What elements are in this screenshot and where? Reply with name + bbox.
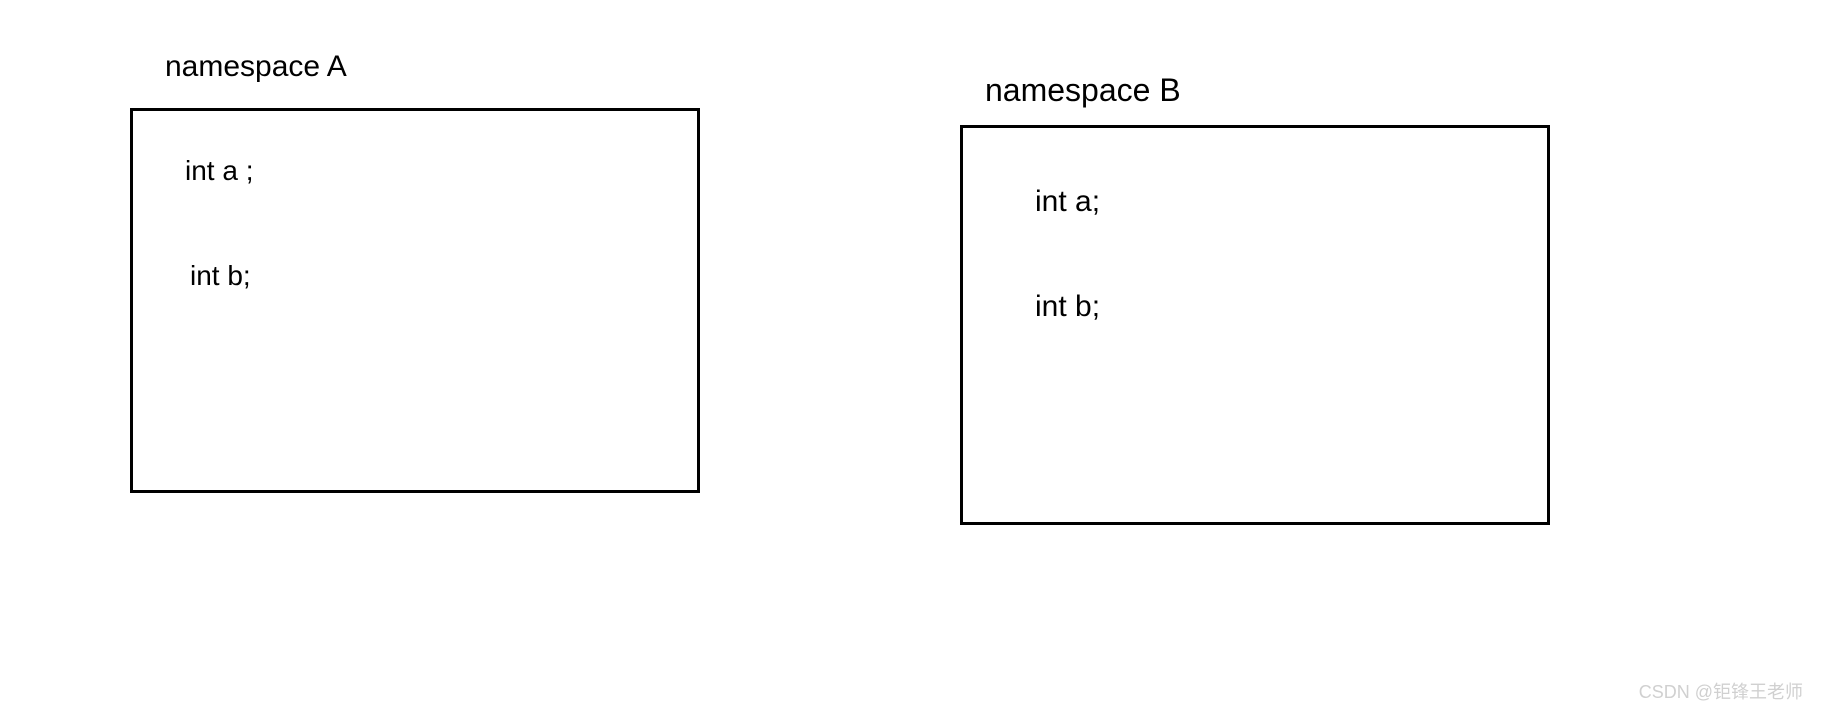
namespace-b-var-1: int a; [1035, 185, 1100, 219]
watermark-text: CSDN @钜锋王老师 [1639, 678, 1803, 704]
namespace-a-var-2: int b; [190, 260, 251, 292]
namespace-a-label: namespace A [165, 50, 347, 84]
namespace-b-label: namespace B [985, 72, 1181, 109]
namespace-a-var-1: int a ; [185, 155, 253, 187]
namespace-b-var-2: int b; [1035, 290, 1100, 324]
